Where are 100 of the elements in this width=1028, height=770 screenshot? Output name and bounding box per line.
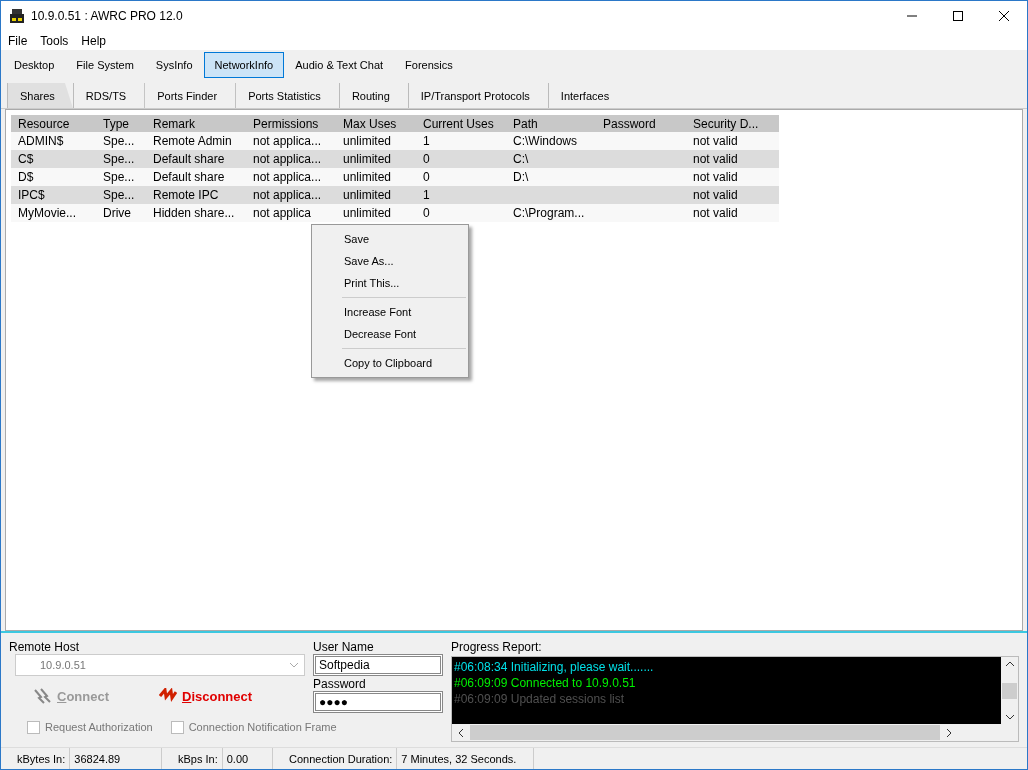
remote-host-dropdown[interactable]: 10.9.0.51 [15, 654, 305, 676]
column-header[interactable]: Path [506, 116, 596, 131]
user-name-field[interactable]: Softpedia [313, 654, 443, 676]
checkbox[interactable] [170, 720, 184, 734]
table-cell-text: MyMovie... [17, 206, 77, 220]
table-cell-text: not applica [252, 206, 313, 220]
table-cell-text: Default share [152, 152, 226, 166]
table-row[interactable]: ADMIN$ Spe... Remote Admin not applica... unlimited 1 C:\Windows not valid [11, 132, 779, 150]
log-line: #06:09:09 Connected to 10.9.0.51 [454, 675, 637, 691]
menu-item[interactable]: Help [81, 33, 107, 48]
table-cell-text: 0 [422, 170, 431, 184]
table-cell-text: ADMIN$ [17, 134, 65, 148]
table-cell-text: 0 [422, 152, 431, 166]
status-label: kBytes In: [1, 748, 71, 769]
chevron-down-icon [289, 662, 299, 668]
menu-item[interactable]: File [8, 33, 28, 48]
column-header[interactable]: Security D... [686, 116, 769, 131]
table-cell-text: not valid [692, 152, 739, 166]
tab[interactable]: Desktop [3, 52, 66, 78]
table-cell-text: Drive [102, 206, 132, 220]
tab[interactable]: File System [65, 52, 145, 78]
scroll-down-icon[interactable] [1004, 714, 1015, 720]
field-label: Remote Host [9, 640, 81, 654]
table-cell-text: unlimited [342, 152, 393, 166]
column-header[interactable]: Max Uses [336, 116, 416, 131]
maximize-icon[interactable] [953, 11, 963, 21]
table-cell-text: Spe... [102, 152, 136, 166]
table-cell-text: C$ [17, 152, 35, 166]
column-header[interactable]: Password [596, 116, 686, 131]
table-cell-text: C:\ [512, 152, 530, 166]
table-cell-text: Default share [152, 170, 226, 184]
status-value: 7 Minutes, 32 Seconds. [400, 752, 518, 765]
table-cell-text: C:\Program... [512, 206, 586, 220]
menu-item[interactable]: Increase Font [312, 301, 468, 323]
disconnect-button[interactable]: Disconnect [159, 686, 253, 706]
scroll-left-icon[interactable] [458, 727, 464, 738]
scroll-right-icon[interactable] [946, 727, 952, 738]
window-title: 10.9.0.51 : AWRC PRO 12.0 [31, 9, 183, 23]
status-label: Connection Duration: [273, 748, 398, 769]
table-cell-text: Hidden share... [152, 206, 236, 220]
tab[interactable]: NetworkInfo [203, 52, 285, 78]
menu-item[interactable]: Save [312, 228, 468, 250]
field-label: User Name [313, 640, 375, 654]
menu-item[interactable]: Copy to Clipboard [312, 352, 468, 374]
scroll-up-icon[interactable] [1004, 661, 1015, 667]
table-cell-text: D:\ [512, 170, 530, 184]
table-cell-text: 0 [422, 206, 431, 220]
tab[interactable]: Audio & Text Chat [284, 52, 395, 78]
table-cell-text: C:\Windows [512, 134, 578, 148]
tab[interactable]: Shares [7, 83, 73, 108]
table-cell-text: Remote Admin [152, 134, 233, 148]
column-header[interactable]: Type [96, 116, 146, 131]
table-row[interactable]: C$ Spe... Default share not applica... unlimited 0 C:\ not valid [11, 150, 779, 168]
log-line: #06:08:34 Initializing, please wait....... [454, 659, 655, 675]
checkbox-label: Connection Notification Frame [188, 721, 337, 733]
status-label: kBps In: [162, 748, 223, 769]
log-line: #06:09:09 Updated sessions list [454, 691, 626, 707]
column-header[interactable]: Current Uses [416, 116, 506, 131]
table-cell-text: not applica... [252, 134, 323, 148]
table-cell-text: not valid [692, 206, 739, 220]
field-label: Password [313, 677, 367, 691]
tab[interactable]: SysInfo [144, 52, 204, 78]
menu-item[interactable]: Decrease Font [312, 323, 468, 345]
lightning-icon [34, 688, 52, 704]
table-cell-text: IPC$ [17, 188, 46, 202]
close-icon[interactable] [999, 11, 1009, 21]
status-value: 36824.89 [73, 752, 122, 765]
table-cell-text: unlimited [342, 134, 393, 148]
table-cell-text: Spe... [102, 188, 136, 202]
password-field[interactable]: ●●●● [313, 691, 443, 713]
menu-item[interactable]: Print This... [312, 272, 468, 294]
table-cell-text: unlimited [342, 170, 393, 184]
table-row[interactable]: D$ Spe... Default share not applica... unlimited 0 D:\ not valid [11, 168, 779, 186]
table-cell-text: Spe... [102, 170, 136, 184]
checkbox-label: Request Authorization [45, 721, 153, 733]
table-cell-text: not valid [692, 170, 739, 184]
section-label: Progress Report: [451, 640, 543, 654]
tab[interactable]: Forensics [394, 52, 464, 78]
table-cell-text: 1 [422, 188, 431, 202]
lightning-icon [159, 688, 177, 704]
column-header[interactable]: Resource [11, 116, 96, 131]
table-cell-text: D$ [17, 170, 35, 184]
table-cell-text: unlimited [342, 206, 393, 220]
menu-item[interactable]: Tools [40, 33, 69, 48]
table-cell-text: 1 [422, 134, 431, 148]
table-cell-text: Spe... [102, 134, 136, 148]
table-cell-text: not applica... [252, 170, 323, 184]
table-cell-text: Remote IPC [152, 188, 220, 202]
table-row[interactable]: MyMovie... Drive Hidden share... not applica unlimited 0 C:\Program... not valid [11, 204, 779, 222]
column-header[interactable]: Remark [146, 116, 246, 131]
table-row[interactable]: IPC$ Spe... Remote IPC not applica... unlimited 1 not valid [11, 186, 779, 204]
app-icon [9, 8, 25, 24]
menu-item[interactable]: Save As... [312, 250, 468, 272]
table-cell-text: unlimited [342, 188, 393, 202]
table-cell-text: not valid [692, 188, 739, 202]
status-value: 0.00 [225, 752, 250, 765]
table-cell-text: not applica... [252, 152, 323, 166]
column-header[interactable]: Permissions [246, 116, 336, 131]
table-cell-text: not valid [692, 134, 739, 148]
checkbox[interactable] [27, 720, 40, 734]
